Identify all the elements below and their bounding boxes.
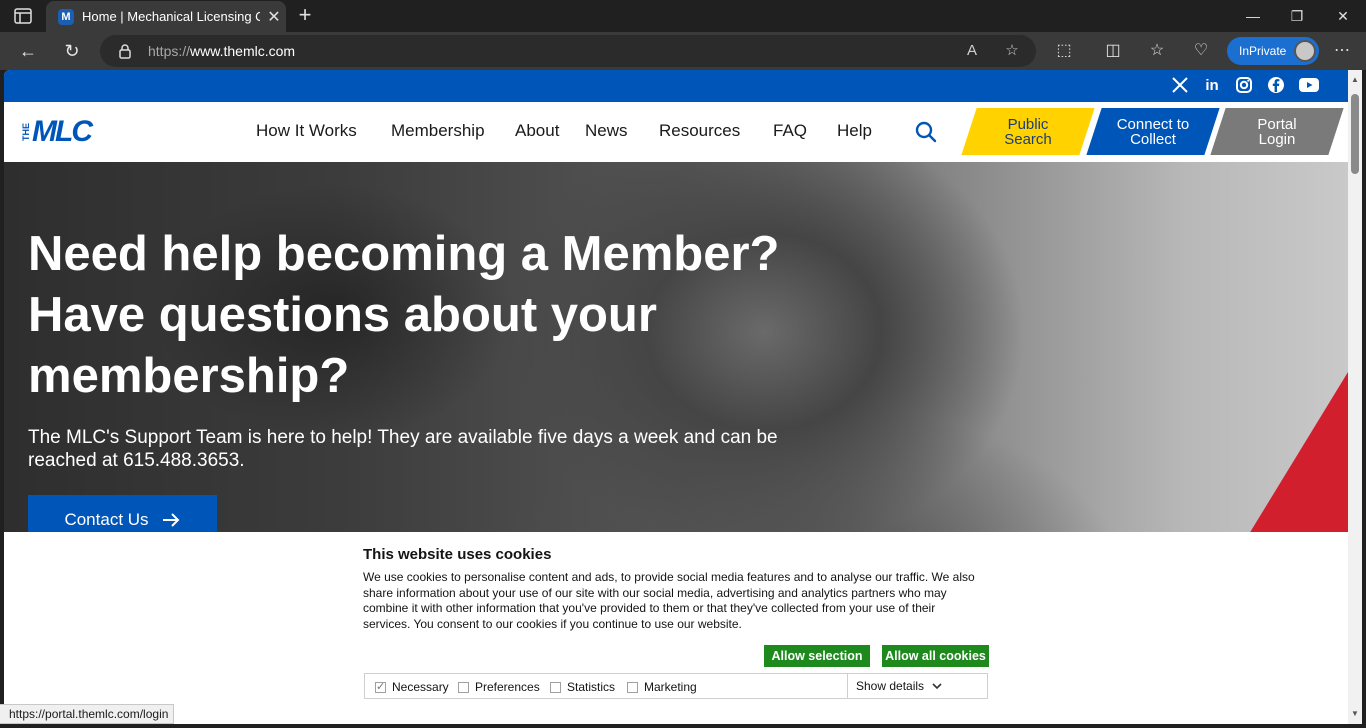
extensions-icon[interactable]: ⬚ xyxy=(1052,39,1076,63)
close-window-icon[interactable]: ✕ xyxy=(1331,4,1355,28)
allow-all-cookies-button[interactable]: Allow all cookies xyxy=(882,645,989,667)
public-search-button[interactable]: Public Search xyxy=(969,108,1087,155)
scroll-thumb[interactable] xyxy=(1351,94,1359,174)
split-screen-icon[interactable]: ◫ xyxy=(1101,39,1125,63)
social-bar: in xyxy=(4,70,1348,102)
mlc-logo[interactable]: THE MLC xyxy=(21,115,93,148)
more-menu-icon[interactable]: ⋯ xyxy=(1330,39,1354,63)
public-search-label: Public Search xyxy=(1004,115,1052,148)
nav-news[interactable]: News xyxy=(585,121,628,141)
marketing-checkbox[interactable]: Marketing xyxy=(627,680,697,694)
nav-how-it-works[interactable]: How It Works xyxy=(256,121,357,141)
statistics-checkbox[interactable]: Statistics xyxy=(550,680,615,694)
browser-toolbar: ← ↻ https://www.themlc.com A ☆ ⬚ ◫ ☆ ♡ I… xyxy=(0,32,1366,70)
minimize-icon[interactable]: — xyxy=(1241,4,1265,28)
url-host: www.themlc.com xyxy=(190,43,296,59)
status-bar-link: https://portal.themlc.com/login xyxy=(0,704,175,724)
statistics-label: Statistics xyxy=(567,680,616,694)
profile-avatar xyxy=(1294,40,1316,62)
hero-title: Need help becoming a Member? Have questi… xyxy=(28,227,780,403)
favorites-icon[interactable]: ☆ xyxy=(1145,39,1169,63)
search-icon[interactable] xyxy=(914,120,938,144)
chevron-down-icon xyxy=(932,683,942,690)
browser-essentials-icon[interactable]: ♡ xyxy=(1189,39,1213,63)
hero-subtitle: The MLC's Support Team is here to help! … xyxy=(28,427,778,471)
tab-actions-icon[interactable] xyxy=(12,7,34,25)
address-bar[interactable]: https://www.themlc.com A ☆ xyxy=(100,35,1036,67)
contact-us-label: Contact Us xyxy=(64,510,149,529)
marketing-box xyxy=(627,681,638,693)
browser-tab-active[interactable]: M Home | Mechanical Licensing Col ✕ xyxy=(46,1,286,32)
preferences-checkbox[interactable]: Preferences xyxy=(458,680,540,694)
cookie-consent-panel: This website uses cookies We use cookies… xyxy=(4,532,1348,724)
page-scrollbar[interactable]: ▲ ▼ xyxy=(1348,70,1362,724)
nav-resources[interactable]: Resources xyxy=(659,121,740,141)
url-text: https://www.themlc.com xyxy=(148,43,295,59)
nav-about[interactable]: About xyxy=(515,121,559,141)
logo-mlc: MLC xyxy=(32,115,93,148)
connect-to-collect-label: Connect to Collect xyxy=(1116,115,1190,148)
read-aloud-icon[interactable]: A xyxy=(962,41,982,61)
youtube-icon[interactable] xyxy=(1298,76,1319,96)
scroll-up-icon[interactable]: ▲ xyxy=(1351,76,1359,84)
cookie-title: This website uses cookies xyxy=(363,546,552,563)
logo-the: THE xyxy=(21,123,31,141)
show-details-button[interactable]: Show details xyxy=(847,674,988,698)
marketing-label: Marketing xyxy=(644,680,697,694)
portal-login-label: Portal Login xyxy=(1257,115,1297,148)
tab-title: Home | Mechanical Licensing Col xyxy=(82,9,260,24)
nav-faq[interactable]: FAQ xyxy=(773,121,807,141)
allow-selection-button[interactable]: Allow selection xyxy=(764,645,870,667)
connect-to-collect-button[interactable]: Connect to Collect xyxy=(1094,108,1212,155)
x-icon[interactable] xyxy=(1170,76,1190,96)
tab-close-icon[interactable]: ✕ xyxy=(264,7,284,27)
back-icon[interactable]: ← xyxy=(16,39,40,63)
refresh-icon[interactable]: ↻ xyxy=(60,39,84,63)
nav-membership[interactable]: Membership xyxy=(391,121,485,141)
preferences-box xyxy=(458,681,469,693)
instagram-icon[interactable] xyxy=(1234,76,1254,96)
arrow-right-icon xyxy=(162,513,179,527)
inprivate-label: InPrivate xyxy=(1239,44,1287,58)
favorite-star-icon[interactable]: ☆ xyxy=(1002,41,1022,61)
hero-banner: Need help becoming a Member? Have questi… xyxy=(4,162,1348,552)
cookie-options: Necessary Preferences Statistics Marketi… xyxy=(364,673,988,699)
preferences-label: Preferences xyxy=(475,680,540,694)
browser-tab-strip: M Home | Mechanical Licensing Col ✕ + — … xyxy=(0,0,1366,32)
page-viewport: in THE MLC How It Works Membership About… xyxy=(4,70,1348,724)
necessary-label: Necessary xyxy=(392,680,449,694)
linkedin-icon[interactable]: in xyxy=(1202,76,1222,96)
show-details-label: Show details xyxy=(856,679,925,693)
necessary-check-icon xyxy=(375,680,386,693)
scroll-down-icon[interactable]: ▼ xyxy=(1351,710,1359,718)
nav-help[interactable]: Help xyxy=(837,121,872,141)
lock-icon[interactable] xyxy=(118,43,132,64)
red-accent-shape xyxy=(1238,372,1348,552)
site-header: THE MLC How It Works Membership About Ne… xyxy=(4,102,1348,162)
url-protocol: https:// xyxy=(148,43,191,59)
necessary-checkbox[interactable]: Necessary xyxy=(375,680,449,694)
portal-login-button[interactable]: Portal Login xyxy=(1218,108,1336,155)
new-tab-icon[interactable]: + xyxy=(294,4,316,26)
inprivate-badge[interactable]: InPrivate xyxy=(1227,37,1319,65)
restore-icon[interactable]: ❐ xyxy=(1285,4,1309,28)
cookie-body: We use cookies to personalise content an… xyxy=(363,570,975,631)
statistics-box xyxy=(550,681,561,693)
mlc-favicon-icon: M xyxy=(58,8,74,25)
facebook-icon[interactable] xyxy=(1266,76,1286,96)
